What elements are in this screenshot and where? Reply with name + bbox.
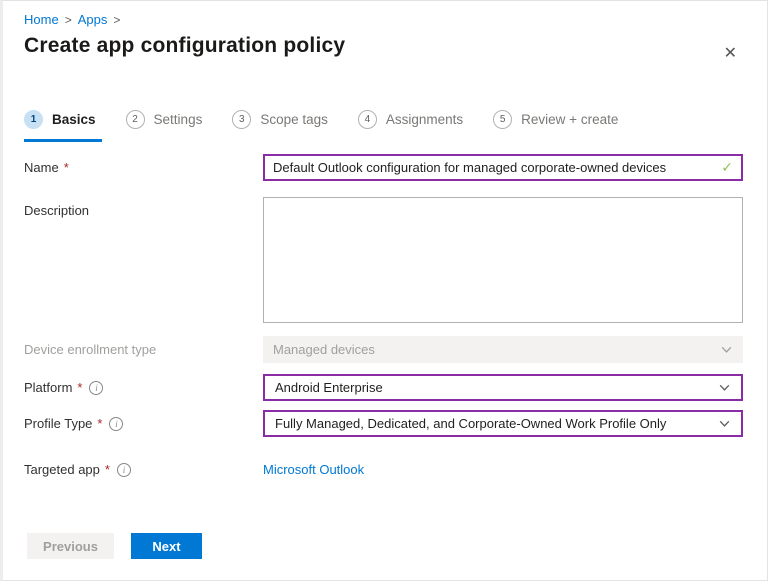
step-2-circle: 2: [125, 110, 145, 129]
step-4-label: Assignments: [385, 112, 464, 127]
description-row: Description: [24, 197, 743, 323]
profile-type-label-text: Profile Type: [24, 416, 93, 431]
tab-settings[interactable]: 2 Settings: [125, 110, 203, 142]
targeted-app-label: Targeted app * i: [24, 456, 263, 477]
targeted-app-row: Targeted app * i Microsoft Outlook: [24, 456, 743, 479]
step-2-label: Settings: [153, 112, 203, 127]
platform-row: Platform * i Android Enterprise: [24, 374, 743, 401]
close-icon[interactable]: ✕: [720, 42, 741, 66]
name-row: Name * Default Outlook configuration for …: [24, 154, 743, 181]
name-input-value: Default Outlook configuration for manage…: [273, 160, 667, 175]
description-input[interactable]: [263, 197, 743, 323]
page-title: Create app configuration policy: [24, 34, 346, 57]
step-1-circle: 1: [24, 110, 43, 129]
device-enrollment-type-dropdown: Managed devices: [263, 336, 743, 363]
wizard-footer: Previous Next: [27, 533, 202, 559]
step-4-circle: 4: [357, 110, 377, 129]
platform-value: Android Enterprise: [275, 380, 383, 395]
title-row: Create app configuration policy ✕: [24, 34, 743, 66]
chevron-down-icon: [720, 343, 733, 356]
breadcrumb-separator: >: [113, 12, 121, 27]
platform-label-text: Platform: [24, 380, 73, 395]
step-5-circle: 5: [493, 110, 513, 129]
valid-check-icon: ✓: [721, 159, 733, 175]
required-asterisk: *: [97, 416, 103, 431]
profile-type-value: Fully Managed, Dedicated, and Corporate-…: [275, 416, 667, 431]
breadcrumb-separator: >: [64, 12, 72, 27]
step-1-label: Basics: [52, 112, 96, 127]
tab-assignments[interactable]: 4 Assignments: [357, 110, 464, 142]
chevron-down-icon: [718, 381, 731, 394]
device-enrollment-type-label: Device enrollment type: [24, 336, 263, 357]
device-enrollment-type-label-text: Device enrollment type: [24, 342, 157, 357]
info-icon[interactable]: i: [116, 462, 131, 477]
device-enrollment-type-row: Device enrollment type Managed devices: [24, 336, 743, 363]
platform-dropdown[interactable]: Android Enterprise: [263, 374, 743, 401]
create-app-configuration-policy-blade: Home > Apps > Create app configuration p…: [0, 0, 768, 581]
basics-form: Name * Default Outlook configuration for …: [24, 154, 743, 479]
profile-type-label: Profile Type * i: [24, 410, 263, 431]
name-label-text: Name: [24, 160, 59, 175]
wizard-steps: 1 Basics 2 Settings 3 Scope tags 4 Assig…: [24, 110, 743, 142]
tab-basics[interactable]: 1 Basics: [24, 110, 102, 142]
description-label: Description: [24, 197, 263, 218]
tab-review-create[interactable]: 5 Review + create: [493, 110, 618, 142]
chevron-down-icon: [718, 417, 731, 430]
step-5-label: Review + create: [521, 112, 619, 127]
description-label-text: Description: [24, 203, 90, 218]
info-icon[interactable]: i: [109, 416, 124, 431]
required-asterisk: *: [104, 462, 110, 477]
name-input[interactable]: Default Outlook configuration for manage…: [263, 154, 743, 181]
required-asterisk: *: [63, 160, 69, 175]
info-icon[interactable]: i: [89, 380, 104, 395]
device-enrollment-type-value: Managed devices: [273, 342, 375, 357]
previous-button[interactable]: Previous: [27, 533, 114, 559]
targeted-app-label-text: Targeted app: [24, 462, 100, 477]
name-label: Name *: [24, 154, 263, 175]
next-button[interactable]: Next: [131, 533, 202, 559]
step-3-circle: 3: [232, 110, 252, 129]
platform-label: Platform * i: [24, 374, 263, 395]
breadcrumb-link-home[interactable]: Home: [24, 12, 59, 27]
targeted-app-link[interactable]: Microsoft Outlook: [263, 456, 364, 477]
profile-type-dropdown[interactable]: Fully Managed, Dedicated, and Corporate-…: [263, 410, 743, 437]
breadcrumb-link-apps[interactable]: Apps: [78, 12, 108, 27]
breadcrumb: Home > Apps >: [24, 12, 743, 27]
step-3-label: Scope tags: [260, 112, 328, 127]
required-asterisk: *: [77, 380, 83, 395]
profile-type-row: Profile Type * i Fully Managed, Dedicated…: [24, 410, 743, 437]
tab-scope-tags[interactable]: 3 Scope tags: [232, 110, 328, 142]
